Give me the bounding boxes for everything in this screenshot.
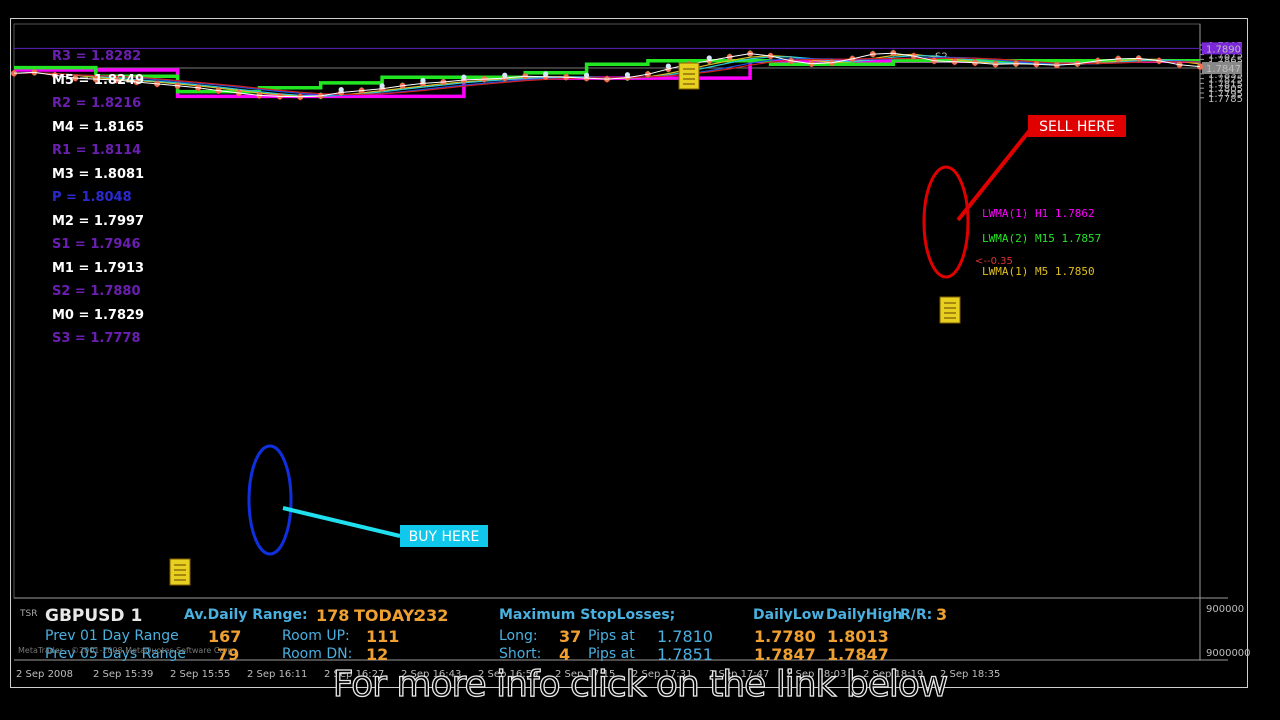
daily-low-1: 1.7780 xyxy=(754,627,816,646)
buy-label: BUY HERE xyxy=(409,529,480,545)
symbol-label: GBPUSD 1 xyxy=(45,606,143,626)
av-daily-label: Av.Daily Range: xyxy=(184,607,308,623)
level-m4: M4 = 1.8165 xyxy=(52,120,145,135)
document-icon xyxy=(939,296,961,324)
tsr-label: TSR xyxy=(20,609,38,619)
today-label: TODAY: xyxy=(354,606,420,625)
daily-high-label: DailyHigh xyxy=(826,607,903,623)
max-stoploss-label: Maximum StopLosses; xyxy=(499,607,676,623)
level-m1: M1 = 1.7913 xyxy=(52,261,145,276)
prev01-value: 167 xyxy=(208,627,242,646)
indicator-scale-label: 900000 xyxy=(1206,604,1244,615)
indicator-scale-label: 9000000 xyxy=(1206,648,1251,659)
room-dn-label: Room DN: xyxy=(282,646,353,662)
y-tick-label: 1.7785 xyxy=(1208,94,1243,105)
level-pivot: P = 1.8048 xyxy=(52,190,132,205)
daily-high-2: 1.7847 xyxy=(827,645,889,664)
sar-dot xyxy=(461,74,467,80)
sar-dot xyxy=(706,55,712,61)
rr-label: R/R: xyxy=(900,607,933,623)
sar-dot xyxy=(665,63,671,69)
today-value: 232 xyxy=(415,606,449,625)
sar-dot xyxy=(338,87,344,93)
level-m5: M5 = 1.8249 xyxy=(52,73,145,88)
lwma-h1-label: LWMA(1) H1 1.7862 xyxy=(982,207,1095,220)
daily-low-2: 1.7847 xyxy=(754,645,816,664)
level-m3: M3 = 1.8081 xyxy=(52,167,145,182)
sar-dot xyxy=(624,72,631,78)
sell-label: SELL HERE xyxy=(1039,119,1115,135)
long-price: 1.7810 xyxy=(657,627,713,646)
level-s1: S1 = 1.7946 xyxy=(52,237,141,252)
room-dn-value: 12 xyxy=(366,645,389,664)
long-label: Long: xyxy=(499,628,538,644)
sar-dot xyxy=(583,72,590,78)
sar-dot xyxy=(543,71,549,77)
short-value: 4 xyxy=(559,645,571,664)
prev01-label: Prev 01 Day Range xyxy=(45,628,179,644)
metatrader-credit: MetaTrader - ©2001-2008 MetaQuotes Softw… xyxy=(18,646,236,655)
rr-value: 3 xyxy=(936,605,948,624)
pips-at-short: Pips at xyxy=(588,646,635,662)
level-m0: M0 = 1.7829 xyxy=(52,308,145,323)
room-up-value: 111 xyxy=(366,627,400,646)
lwma-m15-label: LWMA(2) M15 1.7857 xyxy=(982,232,1101,245)
level-r1: R1 = 1.8114 xyxy=(52,143,142,158)
current-price-label: 1.7847 xyxy=(1206,64,1241,75)
daily-low-label: DailyLow xyxy=(753,607,825,623)
level-price-label: 1.7890 xyxy=(1206,44,1241,55)
level-r2: R2 = 1.8216 xyxy=(52,96,142,111)
level-m2: M2 = 1.7997 xyxy=(52,214,145,229)
av-daily-value: 178 xyxy=(316,606,350,625)
promo-caption[interactable]: For more info click on the link below xyxy=(0,663,1280,705)
level-s2: S2 = 1.7880 xyxy=(52,284,141,299)
plot-area xyxy=(13,23,1201,599)
pips-at-long: Pips at xyxy=(588,628,635,644)
room-up-label: Room UP: xyxy=(282,628,350,644)
daily-high-1: 1.8013 xyxy=(827,627,889,646)
short-label: Short: xyxy=(499,646,542,662)
sar-dot xyxy=(420,77,426,84)
document-icon xyxy=(678,62,700,90)
sar-dot xyxy=(502,72,508,78)
level-s3: S3 = 1.7778 xyxy=(52,331,141,346)
sar-dot xyxy=(379,83,385,89)
short-price: 1.7851 xyxy=(657,645,713,664)
pips-delta-label: <--0.35 xyxy=(975,256,1013,267)
document-icon xyxy=(169,558,191,586)
level-r3: R3 = 1.8282 xyxy=(52,49,142,64)
long-value: 37 xyxy=(559,627,582,646)
